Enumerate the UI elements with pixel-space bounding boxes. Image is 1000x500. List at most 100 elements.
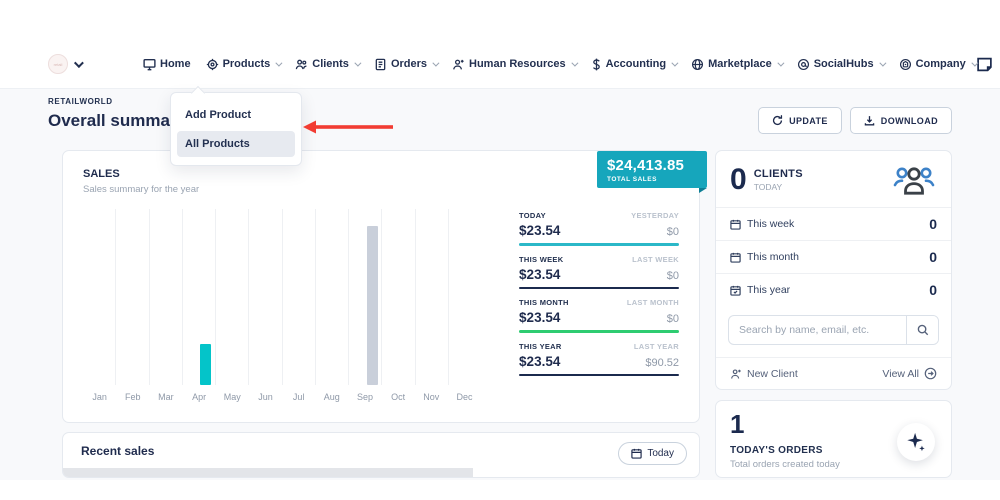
arrow-right-circle-icon [924,367,937,380]
clients-count: 0 [730,165,747,195]
chart-slot-dec [448,209,481,385]
nav-item-human-resources[interactable]: Human Resources [452,58,576,71]
sales-card-subtitle: Sales summary for the year [83,184,679,195]
dollar-icon [591,58,602,71]
clients-card-header: 0 CLIENTS TODAY [716,151,951,208]
chart-slot-sep [348,209,381,385]
monitor-icon [143,58,156,71]
total-sales-label: TOTAL SALES [607,176,697,183]
calendar-icon [730,219,741,230]
chevron-down-icon [671,59,678,66]
clients-title: CLIENTS [754,168,803,180]
chevron-down-icon [276,59,283,66]
clients-row-value: 0 [929,216,937,232]
nav-item-home[interactable]: Home [143,58,191,71]
clients-row-label: This month [747,251,799,263]
note-icon[interactable] [976,56,993,73]
clients-group-icon [891,163,937,197]
month-label: Sep [348,392,381,402]
clients-card-footer: New Client View All [716,357,951,389]
stat-underline [519,330,679,333]
person-plus-icon [730,368,742,380]
client-search-input[interactable] [729,324,906,336]
sales-stats: TODAYYESTERDAY $23.54$0 THIS WEEKLAST WE… [519,211,679,402]
month-label: Oct [382,392,415,402]
today-filter-label: Today [647,448,674,459]
today-filter-button[interactable]: Today [618,442,687,465]
chevron-down-icon [354,59,361,66]
nav-label: Marketplace [708,58,772,70]
chart-slot-may [215,209,248,385]
annotation-arrow [303,120,393,134]
stat-compare-label: YESTERDAY [631,211,679,220]
bar-last-year-sep [367,226,378,385]
month-label: Apr [183,392,216,402]
gear-icon [206,58,219,71]
sparkle-action-button[interactable] [897,423,935,461]
sales-card-title: SALES [83,168,679,180]
clients-row-week: This week 0 [716,208,951,241]
stat-compare-label: LAST YEAR [634,342,679,351]
recent-sales-card: Recent sales Today [62,432,700,478]
chart-slot-nov [415,209,448,385]
sales-card: $24,413.85 TOTAL SALES SALES Sales summa… [62,150,700,423]
calendar-icon [730,252,741,263]
calendar-icon [631,448,642,459]
chart-slot-apr [182,209,215,385]
month-label: Jan [83,392,116,402]
stat-compare-value: $0 [667,313,679,325]
app-logo: retail [48,54,68,74]
stat-value: $23.54 [519,354,560,369]
clients-card: 0 CLIENTS TODAY This week 0 This month 0 [715,150,952,390]
globe-icon [691,58,704,71]
stat-underline [519,243,679,246]
chevron-down-icon [879,59,886,66]
stat-compare-value: $0 [667,226,679,238]
menu-item-all-products[interactable]: All Products [177,131,295,157]
nav-item-orders[interactable]: Orders [374,58,437,71]
nav-item-products[interactable]: Products [206,58,281,71]
calendar-check-icon [730,285,741,296]
clients-subtitle: TODAY [754,182,803,192]
nav-label: Accounting [606,58,667,70]
clients-row-value: 0 [929,282,937,298]
products-dropdown-menu: Add Product All Products [170,92,302,166]
clients-row-value: 0 [929,249,937,265]
nav-item-accounting[interactable]: Accounting [591,58,677,71]
menu-item-add-product[interactable]: Add Product [177,102,295,128]
update-label: UPDATE [789,116,828,126]
stat-this-week: THIS WEEKLAST WEEK $23.54$0 [519,255,679,290]
nav-item-socialhubs[interactable]: SocialHubs [797,58,884,71]
nav-label: SocialHubs [814,58,874,70]
search-button[interactable] [906,316,938,344]
refresh-icon [772,115,783,126]
nav-label: Company [916,58,966,70]
download-label: DOWNLOAD [881,116,938,126]
nav-label: Clients [312,58,349,70]
chart-slot-aug [315,209,348,385]
new-client-link[interactable]: New Client [730,368,798,380]
stat-compare-value: $90.52 [645,357,679,369]
view-all-link[interactable]: View All [882,367,937,380]
stat-today: TODAYYESTERDAY $23.54$0 [519,211,679,246]
nav-item-clients[interactable]: Clients [295,58,359,71]
chevron-down-icon [571,59,578,66]
chevron-down-icon [777,59,784,66]
new-client-label: New Client [747,368,798,380]
stat-underline [519,374,679,377]
download-button[interactable]: DOWNLOAD [850,107,952,134]
download-icon [864,115,875,126]
update-button[interactable]: UPDATE [758,107,842,134]
nav-item-marketplace[interactable]: Marketplace [691,58,782,71]
sales-chart-plot [83,209,481,385]
search-icon [917,324,929,336]
nav-item-company[interactable]: Company [899,58,976,71]
clients-row-month: This month 0 [716,241,951,274]
table-header-strip [63,468,473,477]
stat-compare-value: $0 [667,270,679,282]
total-sales-badge: $24,413.85 TOTAL SALES [597,151,707,188]
chart-month-labels: JanFebMarAprMayJunJulAugSepOctNovDec [83,392,481,402]
app-logo-menu[interactable]: retail [48,54,81,74]
chart-slot-mar [149,209,182,385]
building-icon [899,58,912,71]
